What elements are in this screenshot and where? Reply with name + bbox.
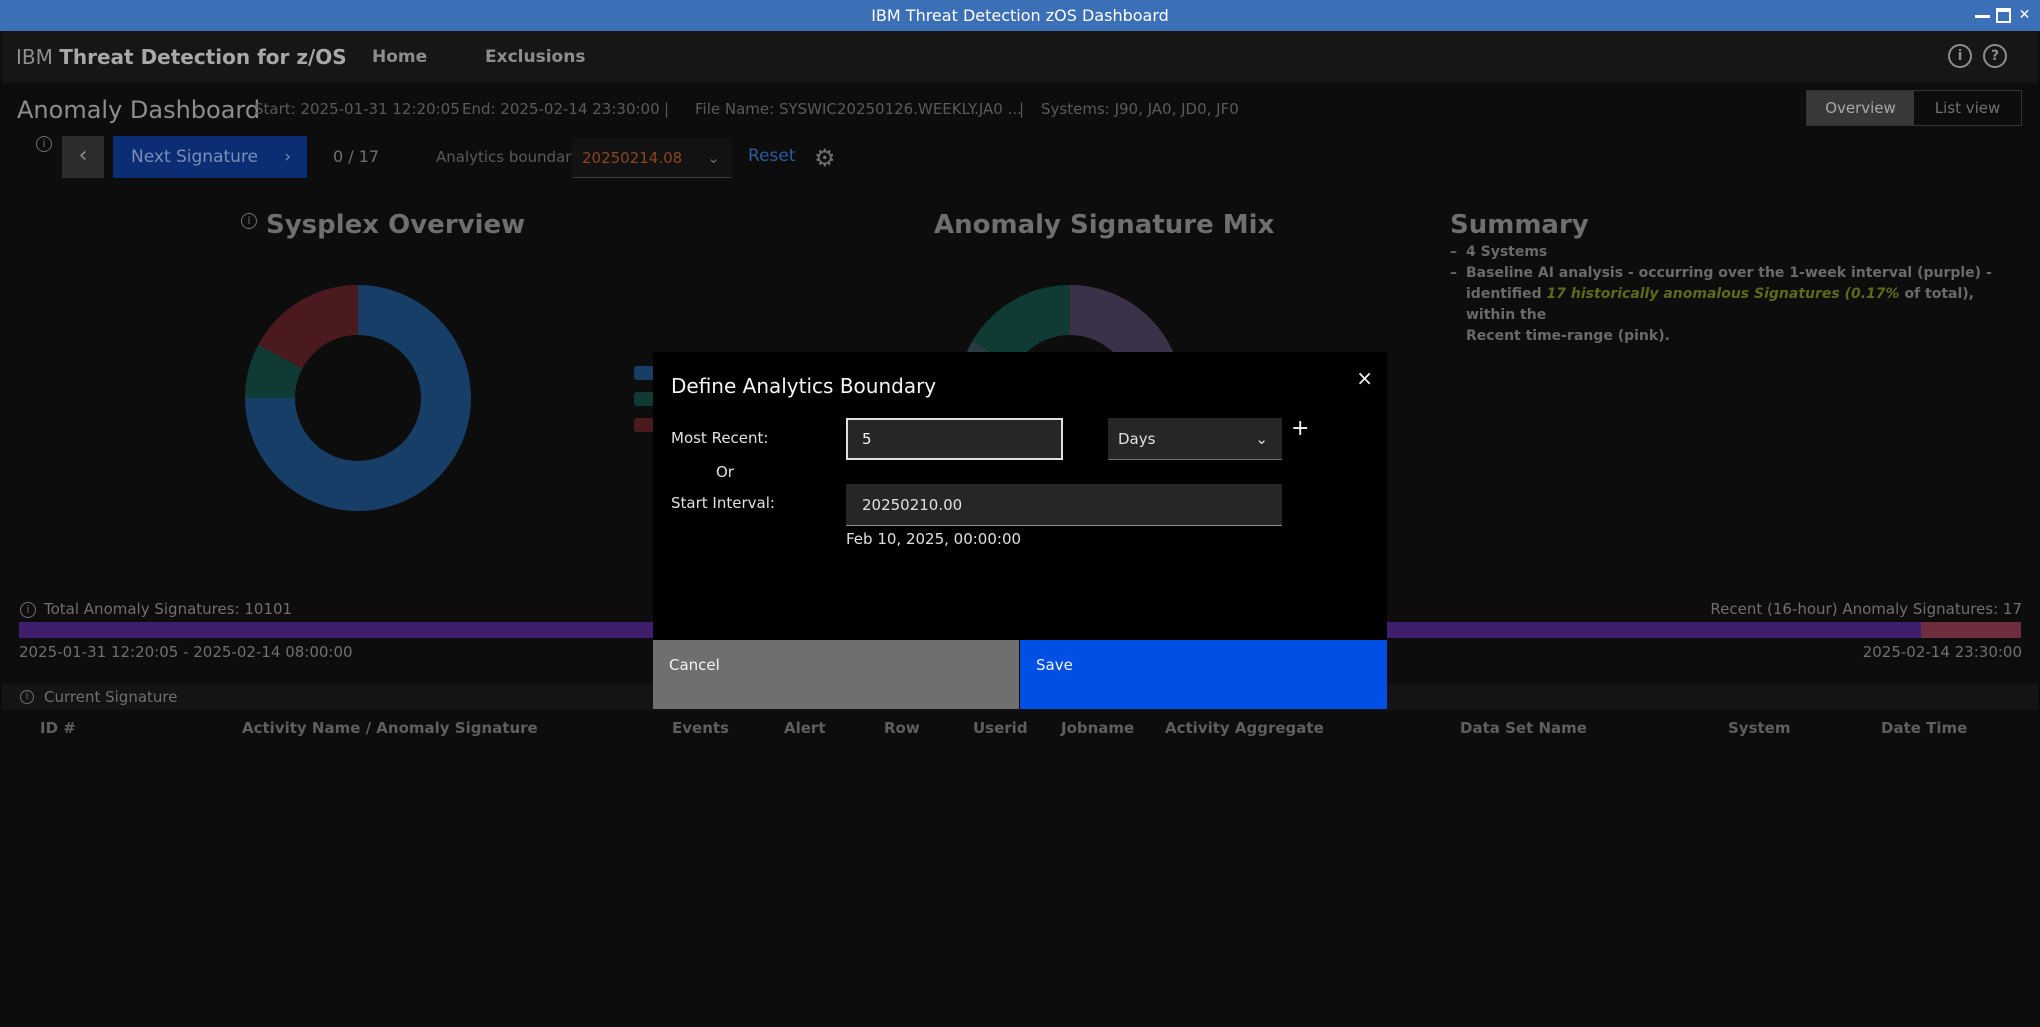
timeline-range-start: 2025-01-31 12:20:05 - 2025-02-14 08:00:0…	[19, 643, 353, 661]
chevron-right-icon: ›	[284, 147, 291, 167]
signature-mix-title: Anomaly Signature Mix	[934, 210, 1275, 240]
brand-prefix: IBM	[16, 45, 53, 69]
view-switcher: Overview List view	[1806, 90, 2022, 126]
analytics-boundary-label: Analytics boundary:	[436, 148, 585, 166]
separator: |	[1019, 100, 1025, 118]
next-signature-label: Next Signature	[131, 147, 259, 167]
brand-logo[interactable]: IBM Threat Detection for z/OS	[16, 45, 347, 69]
column-header[interactable]: ID #	[40, 719, 76, 737]
top-navigation: IBM Threat Detection for z/OS Home Exclu…	[2, 31, 2038, 83]
column-header[interactable]: Date Time	[1881, 719, 1967, 737]
info-icon[interactable]: i	[20, 602, 36, 618]
chevron-down-icon: ⌄	[707, 149, 720, 167]
summary-item: 4 Systems	[1450, 242, 2010, 263]
tab-overview[interactable]: Overview	[1807, 91, 1914, 125]
start-interval-label: Start Interval:	[671, 494, 775, 512]
unit-select[interactable]: Days ⌄	[1108, 418, 1282, 460]
minimize-icon[interactable]	[1975, 10, 1990, 18]
info-icon[interactable]: i	[241, 213, 257, 229]
separator: |	[664, 100, 670, 118]
column-header[interactable]: Activity Aggregate	[1165, 719, 1324, 737]
dialog-title: Define Analytics Boundary	[671, 374, 937, 398]
tab-list-view[interactable]: List view	[1914, 91, 2021, 125]
window-title: IBM Threat Detection zOS Dashboard	[871, 6, 1169, 25]
analytics-boundary-select[interactable]: 20250214.08 ⌄	[572, 138, 732, 178]
column-header[interactable]: Userid	[973, 719, 1028, 737]
total-signatures: Total Anomaly Signatures: 10101	[44, 600, 293, 618]
close-icon[interactable]: ×	[1356, 366, 1373, 390]
column-header[interactable]: Events	[672, 719, 729, 737]
recent-signatures: Recent (16-hour) Anomaly Signatures: 17	[1710, 600, 2022, 618]
next-signature-button[interactable]: Next Signature ›	[113, 136, 307, 178]
summary-list: 4 Systems Baseline AI analysis - occurri…	[1450, 242, 2010, 347]
current-signature-label: Current Signature	[44, 688, 178, 706]
info-icon[interactable]: i	[1948, 44, 1972, 68]
maximize-icon[interactable]	[1996, 8, 2011, 23]
previous-signature-button[interactable]: ‹	[62, 136, 104, 178]
nav-home[interactable]: Home	[372, 47, 427, 67]
timeline-range-end: 2025-02-14 23:30:00	[1862, 643, 2022, 661]
most-recent-input[interactable]: 5	[846, 418, 1063, 460]
signature-counter: 0 / 17	[333, 147, 380, 166]
save-button[interactable]: Save	[1020, 640, 1387, 709]
file-name: File Name: SYSWIC20250126.WEEKLY.JA0 ...	[695, 100, 1022, 118]
highlight-text: 17 historically anomalous Signatures (0.…	[1546, 286, 1900, 302]
systems-list: Systems: J90, JA0, JD0, JF0	[1041, 100, 1239, 118]
or-label: Or	[716, 463, 734, 481]
column-header[interactable]: Row	[884, 719, 920, 737]
add-icon[interactable]: +	[1291, 416, 1309, 441]
brand-name: Threat Detection for z/OS	[59, 45, 347, 69]
start-interval-input[interactable]: 20250210.00	[846, 484, 1282, 526]
column-header[interactable]: Activity Name / Anomaly Signature	[242, 719, 538, 737]
start-time: Start: 2025-01-31 12:20:05	[254, 100, 460, 118]
cancel-button[interactable]: Cancel	[653, 640, 1019, 709]
column-header[interactable]: Alert	[784, 719, 826, 737]
window-titlebar: IBM Threat Detection zOS Dashboard	[0, 0, 2040, 31]
column-header[interactable]: System	[1728, 719, 1790, 737]
donut-hole	[295, 335, 421, 461]
unit-value: Days	[1118, 430, 1156, 448]
chevron-down-icon: ⌄	[1255, 430, 1268, 448]
summary-title: Summary	[1450, 210, 1589, 240]
timeline-recent-segment[interactable]	[1921, 622, 2021, 638]
summary-item: Baseline AI analysis - occurring over th…	[1450, 263, 2010, 347]
column-header[interactable]: Data Set Name	[1460, 719, 1587, 737]
info-icon[interactable]: i	[20, 690, 34, 704]
reset-link[interactable]: Reset	[748, 146, 796, 166]
most-recent-label: Most Recent:	[671, 429, 769, 447]
window-controls: ✕	[1975, 0, 2032, 31]
sysplex-overview-title: Sysplex Overview	[266, 210, 526, 240]
analytics-boundary-value: 20250214.08	[582, 149, 683, 167]
end-time: End: 2025-02-14 23:30:00	[462, 100, 660, 118]
start-interval-readable: Feb 10, 2025, 00:00:00	[846, 530, 1022, 548]
help-icon[interactable]: ?	[1983, 44, 2007, 68]
nav-exclusions[interactable]: Exclusions	[485, 47, 585, 67]
info-icon[interactable]: i	[36, 136, 52, 152]
column-header[interactable]: Jobname	[1061, 719, 1134, 737]
gear-icon[interactable]: ⚙	[814, 144, 836, 172]
page-title: Anomaly Dashboard	[17, 96, 261, 124]
define-analytics-boundary-dialog: Define Analytics Boundary × Most Recent:…	[653, 352, 1387, 709]
window-close-icon[interactable]: ✕	[2017, 8, 2032, 23]
